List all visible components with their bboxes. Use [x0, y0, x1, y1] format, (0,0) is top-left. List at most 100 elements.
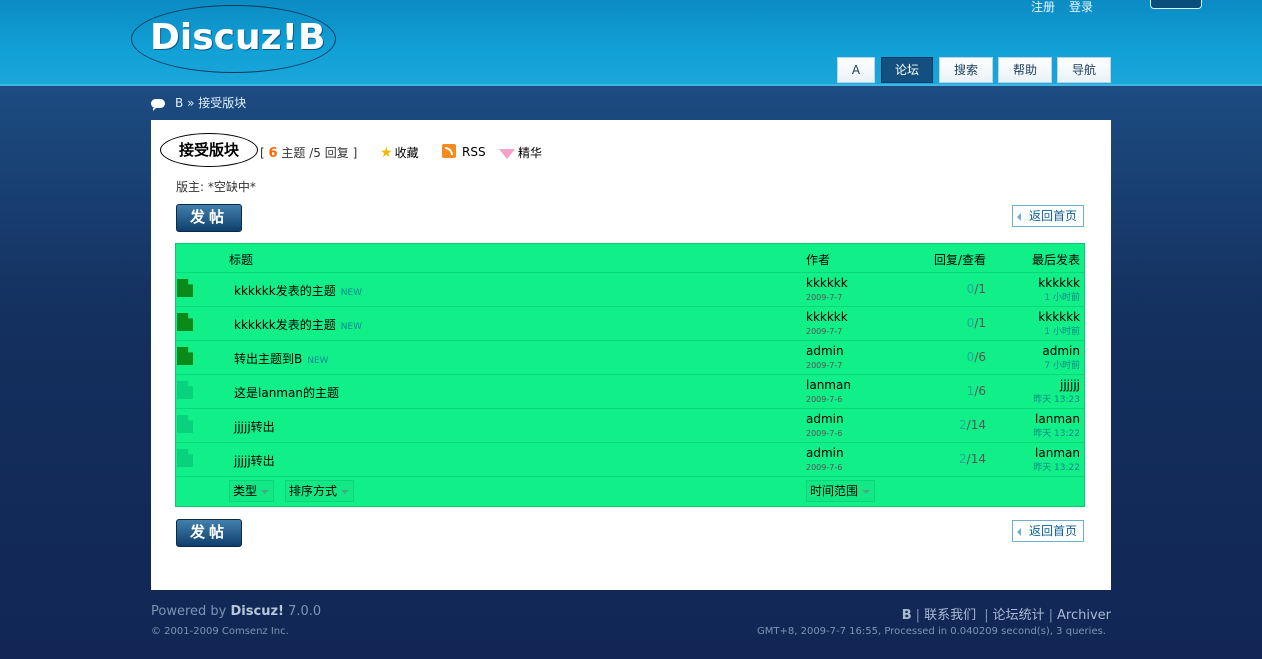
logo-text: Discuz!B	[150, 17, 326, 58]
sort-filter-label: 排序方式	[289, 484, 338, 498]
thread-title: jjjjj转出	[234, 420, 275, 434]
register-link[interactable]: 注册	[1031, 0, 1055, 14]
thread-title-link[interactable]: kkkkkk发表的主题 NEW	[234, 316, 362, 333]
last-post-author[interactable]: admin	[1042, 344, 1080, 358]
last-post-time[interactable]: 7 小时前	[1044, 358, 1080, 371]
thread-title: kkkkkk发表的主题	[234, 318, 336, 332]
thread-list-header: 标题 作者 回复/查看 最后发表	[176, 244, 1084, 272]
filter-bar: 类型 排序方式 时间范围	[176, 476, 1084, 506]
footer-link-stats[interactable]: 论坛统计	[993, 608, 1045, 623]
forum-main-panel: 接受版块 [ 6 主题 /5 回复 ] ★ 收藏 RSS 精华 版主: *空缺中*…	[151, 120, 1111, 590]
thread-author[interactable]: kkkkkk	[806, 310, 848, 324]
header: Discuz!B 注册 登录 A 论坛 搜索 帮助 导航	[0, 0, 1262, 84]
last-post-time[interactable]: 昨天 13:23	[1033, 392, 1080, 405]
new-tag: NEW	[307, 356, 329, 366]
last-post-time[interactable]: 1 小时前	[1044, 290, 1080, 303]
thread-author[interactable]: kkkkkk	[806, 276, 848, 290]
time-range-select[interactable]: 时间范围	[806, 480, 875, 502]
thread-author[interactable]: admin	[806, 446, 844, 460]
footer-link-archiver[interactable]: Archiver	[1057, 608, 1111, 623]
powered-prefix: Powered by	[151, 604, 227, 619]
digest-link[interactable]: 精华	[499, 144, 542, 161]
footer-separator: |	[980, 608, 989, 623]
speech-bubble-icon	[151, 99, 165, 111]
last-post-time[interactable]: 昨天 13:22	[1033, 460, 1080, 473]
thread-folder-icon	[177, 449, 193, 467]
header-last-post: 最后发表	[1031, 253, 1080, 267]
back-home-button-top[interactable]: 返回首页	[1012, 205, 1084, 227]
search-toggle-button[interactable]	[1150, 0, 1202, 9]
breadcrumb-separator: »	[187, 96, 195, 110]
breadcrumb-home[interactable]: B	[175, 96, 183, 110]
site-logo[interactable]: Discuz!B	[131, 5, 336, 73]
thread-author[interactable]: admin	[806, 344, 844, 358]
nav-tab-search[interactable]: 搜索	[939, 57, 993, 83]
last-post-author[interactable]: kkkkkk	[1038, 310, 1080, 324]
copyright: © 2001-2009 Comsenz Inc.	[151, 626, 289, 637]
last-post-author[interactable]: lanman	[1035, 412, 1080, 426]
type-filter-select[interactable]: 类型	[229, 480, 274, 502]
rss-icon	[442, 144, 456, 158]
table-row: kkkkkk发表的主题 NEW kkkkkk 2009-7-7 0/1 kkkkkk 1 小…	[176, 306, 1084, 340]
new-tag: NEW	[340, 288, 363, 298]
back-home-label: 返回首页	[1028, 209, 1077, 223]
last-post-author[interactable]: jjjjjj	[1060, 378, 1080, 392]
table-row: 这是lanman的主题 lanman 2009-7-6 1/6 jjjjjj 昨天 13:…	[176, 374, 1084, 408]
last-post-author[interactable]: kkkkkk	[1038, 276, 1080, 290]
new-post-button-bottom[interactable]: 发帖	[176, 519, 242, 547]
footer-link-contact[interactable]: 联系我们	[924, 608, 976, 623]
thread-author[interactable]: lanman	[806, 378, 851, 392]
table-row: kkkkkk发表的主题 NEW kkkkkk 2009-7-7 0/1 kkkkkk 1 小…	[176, 272, 1084, 306]
arrow-left-icon	[1017, 528, 1021, 536]
chevron-down-icon	[862, 490, 870, 494]
thread-folder-icon	[177, 381, 193, 399]
server-info: GMT+8, 2009-7-7 16:55, Processed in 0.04…	[757, 626, 1106, 637]
table-row: jjjjj转出 admin 2009-7-6 2/14 lanman 昨天 13:22	[176, 442, 1084, 476]
topics-count: 6	[268, 146, 278, 161]
footer-separator: |	[915, 608, 921, 623]
rss-link[interactable]: RSS	[442, 144, 486, 159]
moderator-info: 版主: *空缺中*	[176, 180, 256, 194]
arrow-left-icon	[1017, 213, 1021, 221]
thread-date: 2009-7-7	[806, 293, 843, 302]
thread-views: 6	[978, 350, 986, 364]
favorite-link[interactable]: ★ 收藏	[380, 144, 419, 161]
gem-icon	[499, 149, 515, 159]
breadcrumb: B » 接受版块	[151, 94, 246, 111]
header-title: 标题	[229, 253, 254, 267]
thread-views: 14	[970, 418, 986, 432]
nav-tab-forum[interactable]: 论坛	[881, 57, 933, 83]
new-post-button-top[interactable]: 发帖	[176, 204, 242, 232]
footer-link-b[interactable]: B	[902, 608, 912, 623]
login-link[interactable]: 登录	[1069, 0, 1093, 14]
last-post-author[interactable]: lanman	[1035, 446, 1080, 460]
last-post-time[interactable]: 1 小时前	[1044, 324, 1080, 337]
thread-folder-icon	[177, 347, 193, 365]
thread-author[interactable]: admin	[806, 412, 844, 426]
thread-title-link[interactable]: jjjjj转出	[234, 418, 280, 435]
thread-title-link[interactable]: kkkkkk发表的主题 NEW	[234, 282, 362, 299]
thread-title-link[interactable]: 这是lanman的主题	[234, 384, 344, 401]
forum-title: 接受版块	[160, 133, 258, 167]
thread-title-link[interactable]: 转出主题到B NEW	[234, 350, 329, 367]
back-home-button-bottom[interactable]: 返回首页	[1012, 520, 1084, 542]
nav-tab-help[interactable]: 帮助	[998, 57, 1052, 83]
powered-brand[interactable]: Discuz!	[231, 604, 284, 619]
thread-date: 2009-7-7	[806, 361, 843, 370]
thread-title: 转出主题到B	[234, 352, 303, 366]
sort-filter-select[interactable]: 排序方式	[285, 480, 354, 502]
table-row: jjjjj转出 admin 2009-7-6 2/14 lanman 昨天 13:22	[176, 408, 1084, 442]
nav-tab-a[interactable]: A	[837, 57, 875, 83]
nav-tab-navigation[interactable]: 导航	[1057, 57, 1111, 83]
forum-stats: [ 6 主题 /5 回复 ]	[260, 144, 357, 161]
chevron-down-icon	[341, 490, 349, 494]
thread-date: 2009-7-6	[806, 463, 843, 472]
last-post-time[interactable]: 昨天 13:22	[1033, 426, 1080, 439]
thread-title-link[interactable]: jjjjj转出	[234, 452, 280, 469]
table-row: 转出主题到B NEW admin 2009-7-7 0/6 admin 7 小时前	[176, 340, 1084, 374]
stats-bracket-close: ]	[352, 146, 358, 160]
footer-separator: |	[1048, 608, 1053, 623]
top-links: 注册 登录	[1031, 0, 1107, 15]
thread-folder-icon	[177, 279, 193, 297]
powered-version: 7.0.0	[288, 604, 322, 619]
